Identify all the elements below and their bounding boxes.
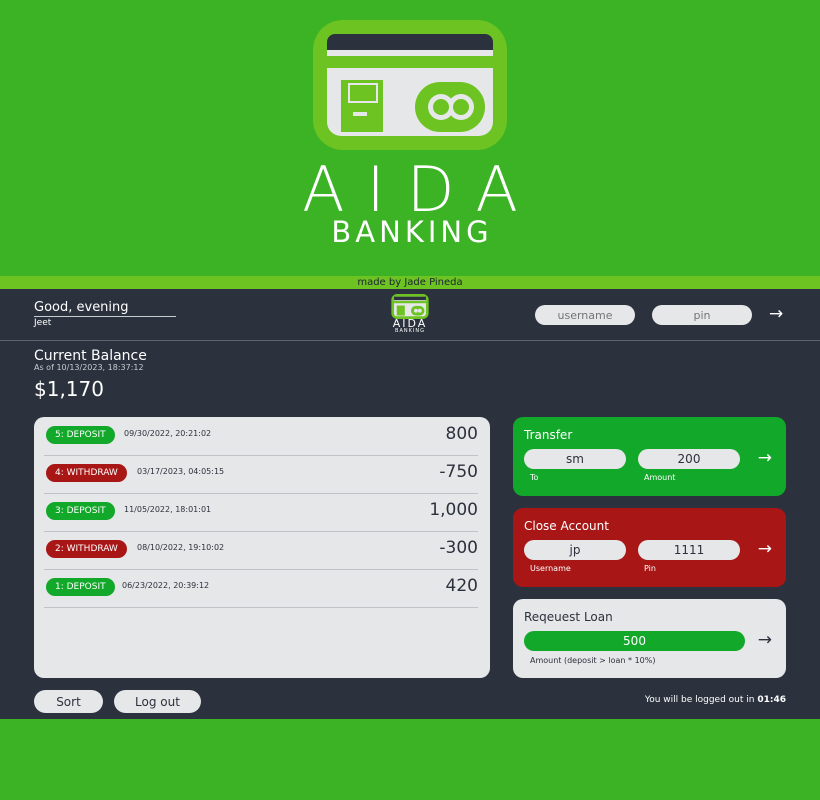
close-account-card: Close Account → Username Pin	[513, 508, 786, 587]
movement-row: 2: WITHDRAW 08/10/2022, 19:10:02 -300	[44, 531, 478, 570]
card-logo-small-icon	[391, 294, 429, 319]
logout-button[interactable]: Log out	[114, 690, 201, 713]
transfer-amount-input[interactable]	[638, 449, 740, 469]
header-divider	[0, 340, 820, 341]
credit-bar: made by Jade Pineda	[0, 276, 820, 289]
logout-timer: You will be logged out in 01:46	[645, 695, 786, 705]
request-loan-card: Reqeuest Loan → Amount (deposit > loan *…	[513, 599, 786, 678]
header-brand-subtitle: BANKING	[395, 328, 425, 334]
movement-badge-deposit: 3: DEPOSIT	[46, 502, 115, 520]
hero-section: AIDA BANKING	[0, 0, 820, 275]
movement-amount: 1,000	[429, 500, 478, 520]
transfer-to-input[interactable]	[524, 449, 626, 469]
movement-date: 08/10/2022, 19:10:02	[137, 543, 225, 552]
request-loan-title: Reqeuest Loan	[524, 610, 613, 624]
user-name: Jeet	[34, 318, 52, 328]
sort-button[interactable]: Sort	[34, 690, 103, 713]
movement-amount: -300	[439, 538, 478, 558]
close-pin-label: Pin	[644, 564, 656, 573]
movement-amount: 420	[445, 576, 478, 596]
movement-badge-deposit: 1: DEPOSIT	[46, 578, 115, 596]
loan-amount-label: Amount (deposit > loan * 10%)	[530, 656, 656, 665]
movement-date: 06/23/2022, 20:39:12	[122, 581, 210, 590]
movement-date: 11/05/2022, 18:01:01	[124, 505, 212, 514]
movement-row: 3: DEPOSIT 11/05/2022, 18:01:01 1,000	[44, 493, 478, 532]
loan-amount-input[interactable]	[524, 631, 745, 651]
loan-submit-arrow-icon[interactable]: →	[758, 631, 772, 649]
brand-subtitle: BANKING	[331, 215, 493, 249]
app-panel: Good, evening Jeet AIDA BANKING → Curren…	[0, 289, 820, 719]
movement-date: 03/17/2023, 04:05:15	[137, 467, 225, 476]
movement-row: 1: DEPOSIT 06/23/2022, 20:39:12 420	[44, 569, 478, 608]
logout-timer-prefix: You will be logged out in	[644, 695, 758, 705]
movement-amount: 800	[445, 424, 478, 444]
movement-badge-withdraw: 2: WITHDRAW	[46, 540, 127, 558]
movement-badge-withdraw: 4: WITHDRAW	[46, 464, 127, 482]
login-arrow-icon[interactable]: →	[769, 305, 783, 323]
balance-label: Current Balance	[34, 348, 147, 364]
logout-timer-time: 01:46	[757, 695, 786, 705]
transfer-to-label: To	[530, 473, 539, 482]
balance-date: As of 10/13/2023, 18:37:12	[34, 363, 144, 372]
movement-date: 09/30/2022, 20:21:02	[124, 429, 212, 438]
close-username-label: Username	[530, 564, 571, 573]
card-logo-icon	[313, 20, 507, 150]
username-input[interactable]	[535, 305, 635, 325]
transfer-amount-label: Amount	[644, 473, 676, 482]
movement-row: 4: WITHDRAW 03/17/2023, 04:05:15 -750	[44, 455, 478, 494]
balance-value: $1,170	[34, 377, 104, 401]
movement-row: 5: DEPOSIT 09/30/2022, 20:21:02 800	[44, 417, 478, 456]
close-username-input[interactable]	[524, 540, 626, 560]
close-account-submit-arrow-icon[interactable]: →	[758, 540, 772, 558]
movements-list[interactable]: 5: DEPOSIT 09/30/2022, 20:21:02 800 4: W…	[34, 417, 490, 678]
close-pin-input[interactable]	[638, 540, 740, 560]
transfer-card: Transfer → To Amount	[513, 417, 786, 496]
transfer-title: Transfer	[524, 428, 573, 442]
close-account-title: Close Account	[524, 519, 609, 533]
movement-badge-deposit: 5: DEPOSIT	[46, 426, 115, 444]
greeting-underline	[34, 316, 176, 317]
transfer-submit-arrow-icon[interactable]: →	[758, 449, 772, 467]
greeting-text: Good, evening	[34, 300, 129, 315]
movement-amount: -750	[439, 462, 478, 482]
pin-input[interactable]	[652, 305, 752, 325]
